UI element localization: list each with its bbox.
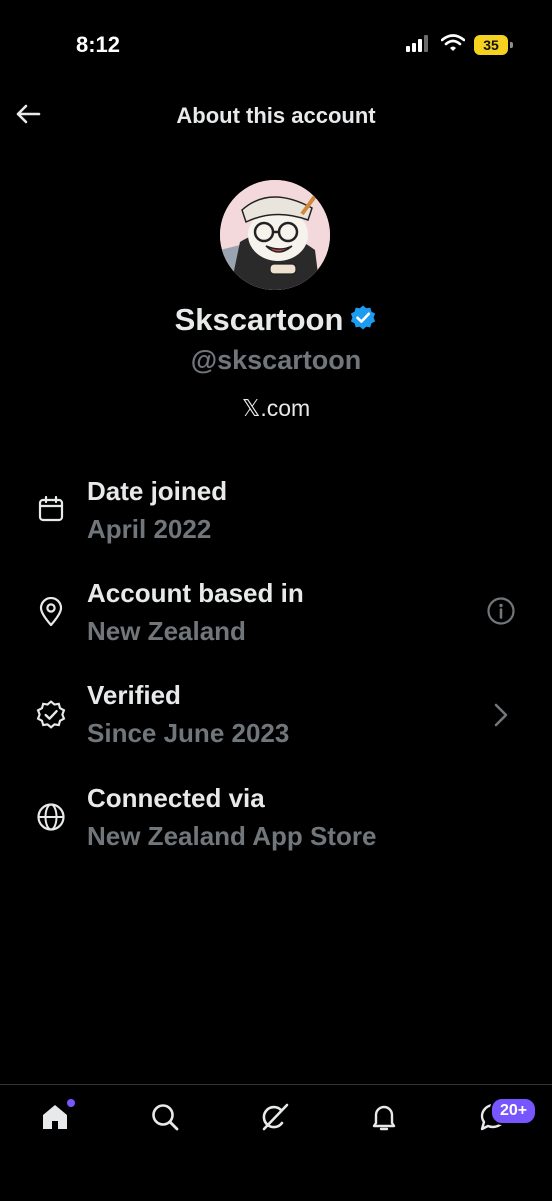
row-label: Date joined: [87, 476, 228, 506]
row-value: Since June 2023: [87, 718, 290, 748]
info-row-verified[interactable]: Verified Since June 2023: [0, 680, 552, 770]
info-row-account-based-in: Account based in New Zealand: [0, 578, 552, 668]
signal-icon: [406, 34, 432, 57]
battery-level: 35: [483, 37, 499, 53]
status-icons: 35: [406, 33, 513, 57]
display-name: Skscartoon: [174, 302, 344, 337]
verified-check-icon: [349, 304, 377, 337]
notifications-icon: [368, 1101, 400, 1138]
name-row: Skscartoon: [0, 302, 552, 338]
globe-icon: [36, 802, 66, 832]
search-icon: [149, 1101, 181, 1138]
site-label: 𝕏.com: [241, 395, 311, 421]
info-icon: [486, 596, 516, 631]
wifi-icon: [440, 33, 466, 57]
header: About this account: [0, 90, 552, 142]
avatar[interactable]: [220, 180, 330, 290]
battery-nub: [510, 42, 513, 48]
battery-icon: 35: [474, 35, 513, 55]
calendar-icon: [36, 494, 66, 524]
chevron-right-icon[interactable]: [484, 698, 518, 732]
row-label: Account based in: [87, 578, 304, 608]
row-value: April 2022: [87, 514, 212, 544]
row-value: New Zealand: [87, 616, 246, 646]
info-button[interactable]: [484, 596, 518, 630]
messages-badge: 20+: [490, 1097, 538, 1125]
grok-icon: [259, 1101, 291, 1138]
nav-search[interactable]: [145, 1099, 185, 1139]
nav-home[interactable]: [35, 1099, 75, 1139]
row-label: Verified: [87, 680, 181, 710]
row-value: New Zealand App Store: [87, 821, 377, 851]
nav-grok[interactable]: [255, 1099, 295, 1139]
verified-badge-icon: [36, 700, 66, 730]
status-time: 8:12: [76, 32, 121, 57]
home-icon: [39, 1101, 71, 1138]
handle: @skscartoon: [190, 345, 362, 375]
info-row-connected-via: Connected via New Zealand App Store: [0, 783, 552, 873]
location-pin-icon: [36, 597, 66, 627]
page-title: About this account: [176, 103, 376, 128]
info-row-date-joined: Date joined April 2022: [0, 476, 552, 566]
row-label: Connected via: [87, 783, 265, 813]
unread-dot: [67, 1099, 75, 1107]
nav-notifications[interactable]: [364, 1099, 404, 1139]
